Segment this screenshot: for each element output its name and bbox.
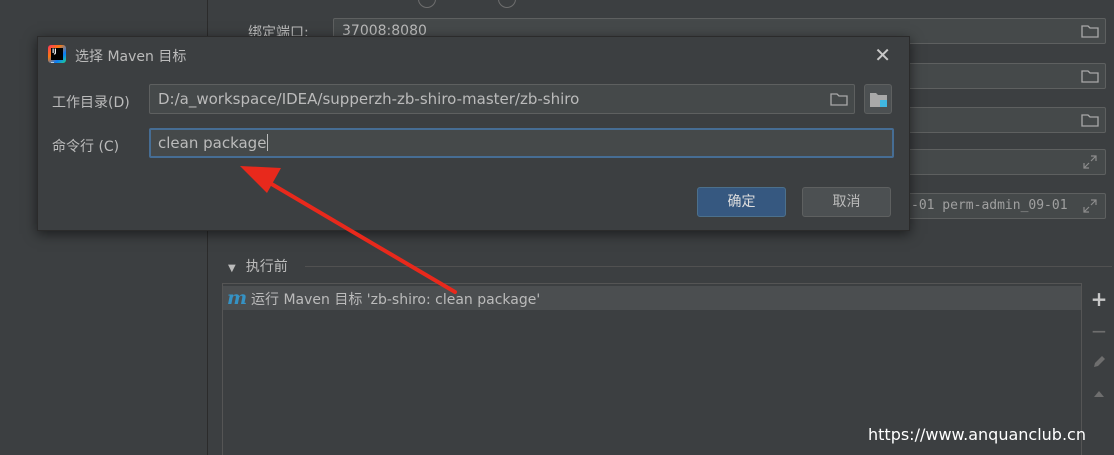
move-up-icon[interactable] [1089, 385, 1109, 405]
collapse-triangle-icon[interactable]: ▼ [228, 263, 236, 274]
background-field[interactable] [908, 107, 1106, 133]
module-folder-icon [870, 93, 887, 107]
working-dir-value: D:/a_workspace/IDEA/supperzh-zb-shiro-ma… [158, 90, 580, 108]
section-divider [305, 266, 1112, 267]
before-launch-title: 执行前 [245, 259, 288, 275]
radio-button[interactable] [418, 0, 436, 8]
command-line-label: 命令行 (C) [52, 139, 120, 155]
expand-icon[interactable] [1083, 199, 1097, 213]
cancel-button[interactable]: 取消 [802, 187, 891, 217]
folder-icon[interactable] [1081, 113, 1099, 127]
task-toolbar: + − [1083, 283, 1114, 455]
edit-icon[interactable] [1089, 353, 1109, 373]
background-field[interactable]: -01 perm-admin_09-01 [908, 193, 1106, 219]
list-item[interactable]: m 运行 Maven 目标 'zb-shiro: clean package' [223, 286, 1081, 310]
expand-icon[interactable] [1083, 155, 1097, 169]
command-line-input[interactable]: clean package [149, 128, 894, 158]
working-dir-field[interactable]: D:/a_workspace/IDEA/supperzh-zb-shiro-ma… [149, 84, 855, 114]
dialog-title: 选择 Maven 目标 [75, 49, 187, 65]
ok-button[interactable]: 确定 [697, 187, 786, 217]
background-field[interactable] [908, 149, 1106, 175]
folder-icon[interactable] [830, 92, 848, 106]
close-icon[interactable]: ✕ [874, 43, 891, 67]
folder-icon[interactable] [1081, 24, 1099, 38]
task-label: 运行 Maven 目标 'zb-shiro: clean package' [251, 292, 541, 308]
background-field-value: -01 perm-admin_09-01 [911, 198, 1068, 213]
dialog-title-bar: IJ _ 选择 Maven 目标 ✕ [38, 37, 909, 73]
radio-button[interactable] [498, 0, 516, 8]
watermark: https://www.anquanclub.cn [868, 425, 1086, 444]
browse-module-button[interactable] [864, 84, 892, 114]
select-maven-goal-dialog: IJ _ 选择 Maven 目标 ✕ 工作目录(D) D:/a_workspace… [37, 36, 910, 231]
working-dir-label: 工作目录(D) [52, 95, 130, 111]
add-icon[interactable]: + [1089, 289, 1109, 309]
maven-icon: m [227, 287, 248, 309]
remove-icon[interactable]: − [1089, 321, 1109, 341]
folder-icon[interactable] [1081, 69, 1099, 83]
intellij-logo-icon: IJ _ [48, 45, 66, 63]
command-line-value: clean package [158, 134, 267, 152]
background-field[interactable] [908, 63, 1106, 89]
text-caret [267, 134, 269, 151]
before-launch-header[interactable]: ▼ 执行前 [228, 256, 288, 276]
